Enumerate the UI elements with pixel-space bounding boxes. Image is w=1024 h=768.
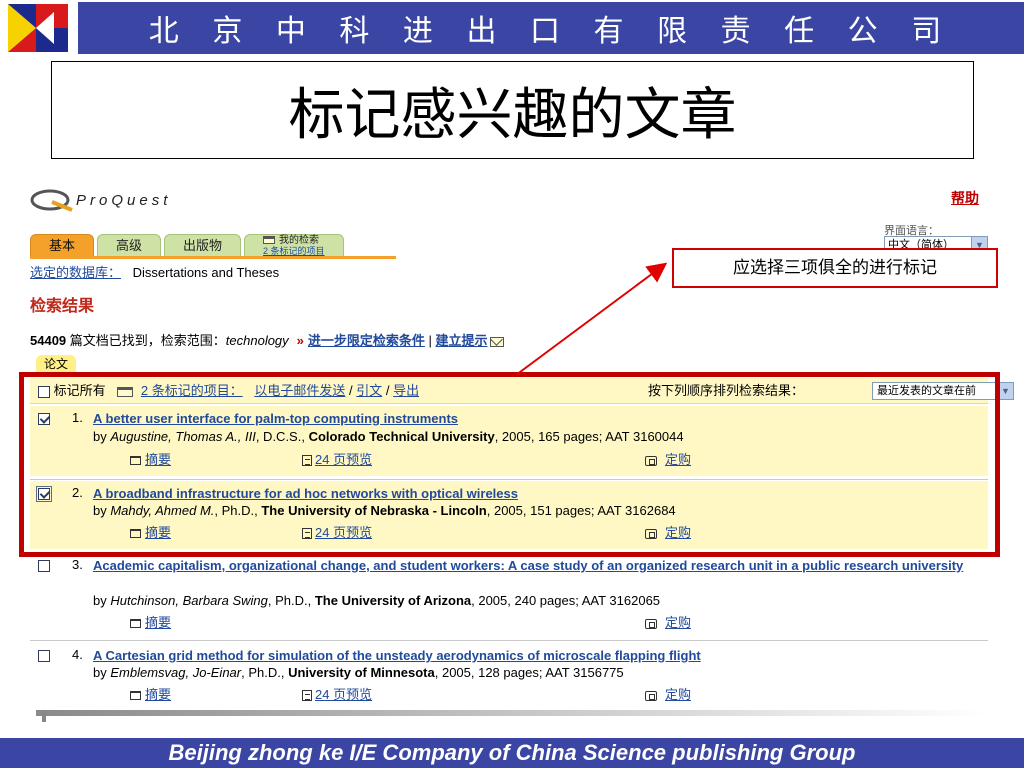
order-link[interactable]: 定购 bbox=[665, 687, 691, 702]
result-links: 摘要 24 页预览 定购 bbox=[130, 686, 980, 704]
result-checkbox[interactable] bbox=[38, 560, 50, 572]
tab-my-search-label: 我的检索 bbox=[279, 235, 320, 246]
search-tabs: 基本 高级 出版物 我的检索 2 条标记的项目 bbox=[30, 234, 347, 256]
selected-database-value: Dissertations and Theses bbox=[132, 265, 280, 280]
result-row: 3. Academic capitalism, organizational c… bbox=[30, 553, 988, 635]
result-by: by bbox=[93, 665, 111, 680]
result-degree: , Ph.D., bbox=[267, 593, 315, 608]
result-byline: by Hutchinson, Barbara Swing, Ph.D., The… bbox=[93, 593, 660, 609]
results-heading: 检索结果 bbox=[30, 298, 95, 315]
proquest-logo: ProQuest bbox=[30, 188, 171, 212]
result-school: The University of Arizona bbox=[314, 593, 472, 608]
marked-results-highlight-frame bbox=[19, 372, 1000, 557]
abstract-icon bbox=[130, 619, 141, 629]
double-arrow-icon: » bbox=[296, 333, 304, 348]
result-divider bbox=[30, 640, 988, 641]
proquest-logo-text: ProQuest bbox=[76, 191, 172, 209]
help-link[interactable]: 帮助 bbox=[951, 188, 979, 208]
annotation-callout: 应选择三项俱全的进行标记 bbox=[672, 248, 998, 288]
order-icon bbox=[645, 690, 657, 701]
company-header-bar: 北 京 中 科 进 出 口 有 限 责 任 公 司 bbox=[78, 2, 1024, 54]
create-alert-link[interactable]: 建立提示 bbox=[436, 333, 488, 348]
result-title-link[interactable]: Academic capitalism, organizational chan… bbox=[93, 557, 984, 574]
selected-database-label[interactable]: 选定的数据库： bbox=[30, 265, 121, 280]
order-link[interactable]: 定购 bbox=[665, 615, 691, 630]
selected-database-line: 选定的数据库： Dissertations and Theses bbox=[30, 262, 279, 281]
refine-search-link[interactable]: 进一步限定检索条件 bbox=[308, 333, 425, 348]
result-links: 摘要 定购 bbox=[130, 614, 980, 632]
tab-underline bbox=[30, 256, 396, 259]
folder-icon bbox=[263, 236, 276, 245]
proquest-q-icon bbox=[30, 189, 73, 212]
result-row: 4. A Cartesian grid method for simulatio… bbox=[30, 643, 988, 707]
tab-publications-label: 出版物 bbox=[183, 238, 223, 253]
footer-bar: Beijing zhong ke I/E Company of China Sc… bbox=[0, 738, 1024, 768]
annotation-arrow bbox=[515, 262, 668, 376]
result-by: by bbox=[93, 593, 111, 608]
result-number: 3. bbox=[72, 557, 83, 572]
result-meta: , 2005, 128 pages; AAT 3156775 bbox=[434, 665, 624, 680]
results-count: 54409 bbox=[30, 333, 67, 348]
slide-title: 标记感兴趣的文章 bbox=[288, 82, 737, 148]
preview-page-icon bbox=[302, 690, 312, 702]
tab-advanced-label: 高级 bbox=[116, 238, 143, 253]
search-query: technology bbox=[225, 333, 289, 348]
order-icon bbox=[645, 618, 657, 629]
result-school: University of Minnesota bbox=[288, 665, 435, 680]
abstract-icon bbox=[130, 691, 141, 701]
result-title-link[interactable]: A Cartesian grid method for simulation o… bbox=[93, 647, 984, 664]
tab-my-search[interactable]: 我的检索 2 条标记的项目 bbox=[244, 234, 344, 256]
result-meta: , 2005, 240 pages; AAT 3162065 bbox=[471, 593, 661, 608]
document-type-tab[interactable]: 论文 bbox=[36, 355, 76, 372]
result-number: 4. bbox=[72, 647, 83, 662]
tab-publications[interactable]: 出版物 bbox=[164, 234, 242, 256]
slide-title-box: 标记感兴趣的文章 bbox=[51, 61, 974, 159]
company-logo bbox=[6, 2, 70, 54]
tab-basic[interactable]: 基本 bbox=[30, 234, 95, 256]
result-degree: , Ph.D., bbox=[241, 665, 289, 680]
horizontal-scrollbar[interactable] bbox=[36, 708, 986, 722]
preview-link[interactable]: 24 页预览 bbox=[315, 687, 372, 702]
results-count-text: 篇文档已找到，检索范围： bbox=[66, 333, 226, 348]
results-count-line: 54409 篇文档已找到，检索范围：technology» 进一步限定检索条件 |… bbox=[30, 330, 504, 349]
tab-advanced[interactable]: 高级 bbox=[97, 234, 162, 256]
result-author: Hutchinson, Barbara Swing bbox=[110, 593, 268, 608]
tab-basic-label: 基本 bbox=[49, 238, 76, 253]
abstract-link[interactable]: 摘要 bbox=[145, 615, 171, 630]
footer-text: Beijing zhong ke I/E Company of China Sc… bbox=[168, 740, 856, 765]
company-name: 北 京 中 科 进 出 口 有 限 责 任 公 司 bbox=[148, 14, 954, 49]
abstract-link[interactable]: 摘要 bbox=[145, 687, 171, 702]
result-checkbox[interactable] bbox=[38, 650, 50, 662]
result-byline: by Emblemsvag, Jo-Einar, Ph.D., Universi… bbox=[93, 665, 624, 681]
result-author: Emblemsvag, Jo-Einar bbox=[110, 665, 242, 680]
